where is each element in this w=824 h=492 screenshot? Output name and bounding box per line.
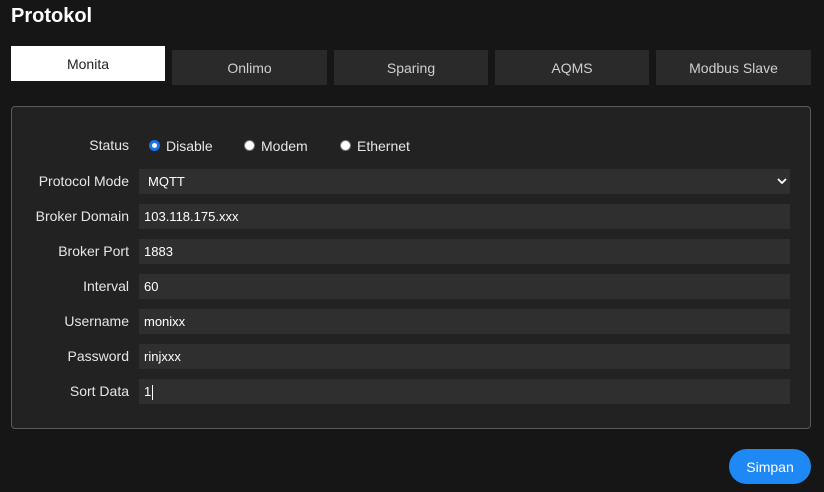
status-radio-ethernet[interactable]: Ethernet <box>340 133 410 158</box>
broker-domain-input[interactable] <box>139 204 790 229</box>
protocol-mode-value: MQTT <box>148 174 185 189</box>
protocol-mode-select[interactable]: MQTT <box>139 169 790 194</box>
radio-unchecked-icon <box>244 140 255 151</box>
chevron-down-icon <box>777 178 787 185</box>
username-input[interactable] <box>139 309 790 334</box>
status-row: Status Disable Modem Ethernet <box>12 133 810 158</box>
save-button[interactable]: Simpan <box>729 449 811 484</box>
broker-domain-row: Broker Domain <box>12 204 810 229</box>
status-radio-disable[interactable]: Disable <box>149 133 213 158</box>
sort-data-row: Sort Data 1 <box>12 379 810 404</box>
username-label: Username <box>64 313 129 329</box>
password-label: Password <box>67 348 129 364</box>
interval-row: Interval <box>12 274 810 299</box>
sort-data-value: 1 <box>144 384 152 399</box>
broker-domain-label: Broker Domain <box>35 208 129 224</box>
broker-port-label: Broker Port <box>58 243 129 259</box>
tab-modbus-slave[interactable]: Modbus Slave <box>656 50 811 85</box>
tab-aqms[interactable]: AQMS <box>495 50 649 85</box>
tab-onlimo[interactable]: Onlimo <box>172 50 327 85</box>
password-row: Password <box>12 344 810 369</box>
status-label: Status <box>89 137 129 153</box>
tab-monita[interactable]: Monita <box>11 46 165 81</box>
radio-label-modem: Modem <box>261 137 308 154</box>
protocol-tabs: Monita Onlimo Sparing AQMS Modbus Slave <box>11 46 811 85</box>
radio-unchecked-icon <box>340 140 351 151</box>
page-title: Protokol <box>11 5 93 27</box>
sort-data-input[interactable]: 1 <box>139 379 790 404</box>
interval-label: Interval <box>83 278 129 294</box>
protocol-mode-row: Protocol Mode MQTT <box>12 169 810 194</box>
broker-port-row: Broker Port <box>12 239 810 264</box>
radio-label-ethernet: Ethernet <box>357 137 410 154</box>
broker-port-input[interactable] <box>139 239 790 264</box>
password-input[interactable] <box>139 344 790 369</box>
sort-data-label: Sort Data <box>69 383 129 399</box>
status-radio-modem[interactable]: Modem <box>244 133 308 158</box>
radio-label-disable: Disable <box>166 137 213 154</box>
tab-sparing[interactable]: Sparing <box>334 50 488 85</box>
radio-checked-icon <box>149 140 160 151</box>
protocol-form-panel: Status Disable Modem Ethernet Protocol M… <box>11 106 811 429</box>
username-row: Username <box>12 309 810 334</box>
text-cursor <box>152 385 154 401</box>
interval-input[interactable] <box>139 274 790 299</box>
protocol-mode-label: Protocol Mode <box>38 173 129 189</box>
